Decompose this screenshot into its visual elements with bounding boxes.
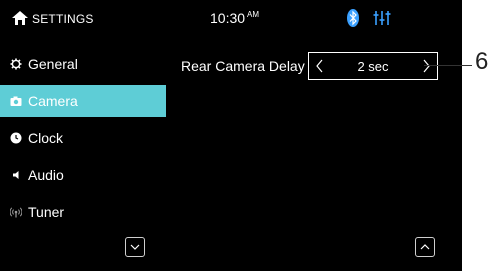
chevron-up-icon xyxy=(420,244,430,250)
equalizer-icon[interactable] xyxy=(373,9,391,27)
speaker-icon xyxy=(13,171,19,179)
home-icon[interactable] xyxy=(12,11,28,25)
rear-camera-delay-selector[interactable]: 2 sec xyxy=(308,52,438,80)
scroll-up-button[interactable] xyxy=(415,237,435,257)
sidebar-item-label: Camera xyxy=(28,93,78,109)
rear-camera-delay-value: 2 sec xyxy=(357,59,389,74)
callout-number: 6 xyxy=(475,48,489,75)
sidebar-item-camera[interactable]: Camera xyxy=(0,85,166,117)
antenna-icon xyxy=(10,207,22,218)
sidebar-item-label: General xyxy=(28,56,78,72)
sidebar-item-audio[interactable]: Audio xyxy=(0,159,166,191)
sidebar-item-label: Clock xyxy=(28,130,64,146)
sidebar-item-label: Audio xyxy=(28,167,64,183)
gear-icon xyxy=(10,58,22,70)
screen-title: SETTINGS xyxy=(32,12,94,26)
chevron-down-icon xyxy=(130,244,140,250)
sidebar-item-general[interactable]: General xyxy=(0,48,166,80)
head-unit-screen: SETTINGS 10:30 AM General Camera Clock A… xyxy=(0,0,462,271)
sidebar-item-tuner[interactable]: Tuner xyxy=(0,196,166,228)
status-bar: SETTINGS 10:30 AM xyxy=(0,0,462,40)
chevron-left-icon[interactable] xyxy=(315,59,325,73)
clock-icon xyxy=(10,132,22,144)
clock-display: 10:30 AM xyxy=(210,10,259,26)
camera-icon xyxy=(10,96,22,106)
rear-camera-delay-label: Rear Camera Delay xyxy=(181,58,305,74)
scroll-down-button[interactable] xyxy=(125,237,145,257)
clock-ampm: AM xyxy=(247,10,260,20)
sidebar-item-label: Tuner xyxy=(28,204,65,220)
chevron-right-icon[interactable] xyxy=(421,59,431,73)
bluetooth-icon[interactable] xyxy=(347,9,359,27)
callout-leader-line xyxy=(424,65,472,66)
clock-time: 10:30 xyxy=(210,10,246,26)
sidebar-item-clock[interactable]: Clock xyxy=(0,122,166,154)
